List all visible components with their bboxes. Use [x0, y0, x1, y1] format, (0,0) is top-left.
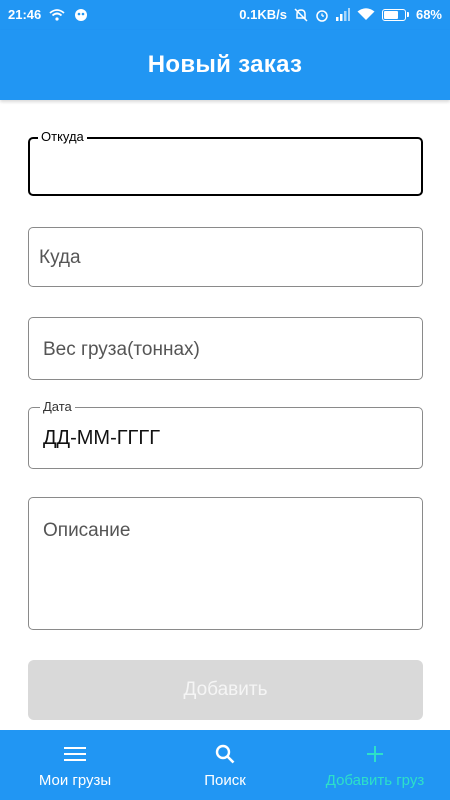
signal-icon	[335, 8, 350, 21]
status-bar-right: 0.1KB/s 68%	[239, 7, 442, 22]
battery-percent: 68%	[415, 7, 442, 22]
status-bar-left: 21:46	[8, 7, 89, 22]
date-field[interactable]: Дата ДД-ММ-ГГГГ	[28, 399, 423, 469]
notification-icon	[73, 8, 89, 22]
plus-icon	[367, 742, 383, 766]
page-title: Новый заказ	[147, 51, 303, 78]
search-icon	[215, 742, 235, 766]
description-field-placeholder: Описание	[43, 520, 131, 541]
add-button-label: Добавить	[183, 679, 268, 700]
to-field[interactable]: Куда	[28, 227, 423, 287]
bottom-nav: Мои грузы Поиск Добавить груз	[0, 730, 450, 800]
battery-fill	[383, 10, 398, 19]
nav-label: Добавить груз	[325, 772, 425, 789]
wifi-icon	[49, 8, 65, 21]
nav-label: Поиск	[204, 772, 246, 789]
network-speed: 0.1KB/s	[239, 7, 287, 22]
nav-item-add-cargo[interactable]: Добавить груз	[300, 730, 450, 800]
nav-label: Мои грузы	[38, 772, 112, 789]
mute-icon	[294, 7, 308, 22]
from-field-label: Откуда	[38, 129, 87, 145]
from-field[interactable]: Откуда	[28, 129, 423, 196]
menu-icon	[64, 742, 86, 766]
alarm-icon	[315, 8, 329, 22]
weight-field[interactable]: Вес груза(тоннах)	[28, 317, 423, 380]
weight-field-placeholder: Вес груза(тоннах)	[43, 339, 200, 360]
status-time: 21:46	[8, 7, 42, 22]
date-field-value: ДД-ММ-ГГГГ	[43, 427, 161, 449]
description-field[interactable]: Описание	[28, 497, 423, 630]
to-field-placeholder: Куда	[39, 247, 81, 268]
battery-icon	[381, 8, 409, 21]
nav-item-my-cargo[interactable]: Мои грузы	[0, 730, 150, 800]
add-button[interactable]: Добавить	[28, 660, 423, 720]
status-bar: 21:46 0.1KB/s 68%	[0, 0, 450, 30]
app-bar: Новый заказ	[0, 30, 450, 100]
wifi-icon	[357, 8, 375, 21]
date-field-label: Дата	[40, 399, 75, 415]
nav-item-search[interactable]: Поиск	[150, 730, 300, 800]
